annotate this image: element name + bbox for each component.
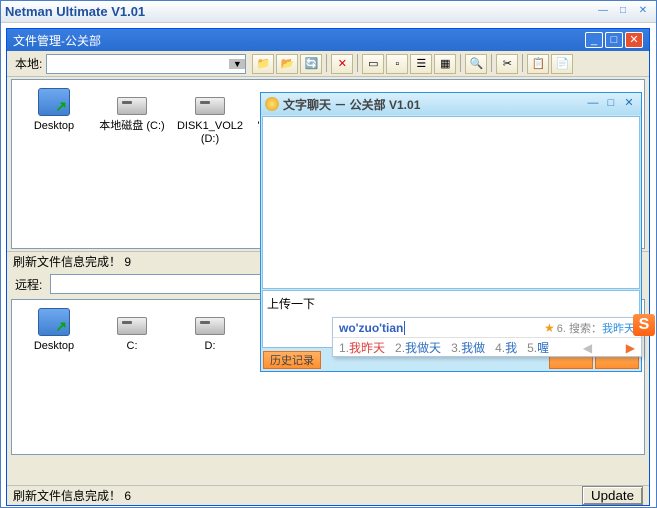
chat-minimize-icon[interactable]: — [585,97,601,111]
minimize-icon[interactable]: — [594,5,612,19]
app-title: Netman Ultimate V1.01 [5,4,594,19]
search-icon[interactable]: 🔍 [465,54,487,74]
file-item-local-d[interactable]: DISK1_VOL2 (D:) [174,86,246,146]
copy-icon[interactable]: 📋 [527,54,549,74]
drive-icon [195,97,225,115]
local-path-dropdown[interactable]: ▼ [46,54,246,74]
ime-search-hint[interactable]: 6. 搜索：我昨天 [557,320,635,336]
file-label: Desktop [18,340,90,353]
remote-status-text: 刷新文件信息完成！ 6 [13,487,582,504]
chevron-down-icon[interactable]: ▼ [229,59,245,69]
ime-composition-row: wo'zuo'tian ★ 6. 搜索：我昨天 [333,318,641,338]
local-toolbar: 本地: ▼ 📁 📂 🔄 ✕ ▭ ▫ ☰ ▦ 🔍 ✂ 📋 [7,51,649,77]
file-item-remote-c[interactable]: C: [96,306,168,353]
drive-icon [117,97,147,115]
drive-icon [117,317,147,335]
chat-window-controls: — □ ✕ [585,97,637,111]
maximize-icon[interactable]: □ [614,5,632,19]
up-folder-icon[interactable]: 📁 [252,54,274,74]
toolbar-buttons: 📁 📂 🔄 ✕ ▭ ▫ ☰ ▦ 🔍 ✂ 📋 📄 [252,54,573,74]
ime-search-num: 6. [557,323,566,335]
file-item-remote-desktop[interactable]: Desktop [18,306,90,353]
ime-cand-num: 3. [451,341,461,355]
chat-history-label: 历史记录 [270,352,314,368]
file-label: DISK1_VOL2 (D:) [174,120,246,146]
file-label: D: [174,340,246,353]
ime-prev-icon[interactable]: ◀ [583,341,592,355]
chat-close-icon[interactable]: ✕ [621,97,637,111]
inner-close-icon[interactable]: ✕ [625,32,643,48]
ime-candidate-5[interactable]: 5.喔 [527,339,549,356]
desktop-icon [38,308,70,336]
main-titlebar: Netman Ultimate V1.01 — □ ✕ [1,1,656,23]
view-list-icon[interactable]: ☰ [410,54,432,74]
chat-message-area[interactable] [262,116,640,289]
ime-popup: wo'zuo'tian ★ 6. 搜索：我昨天 1.我昨天 2.我做天 3.我做… [332,317,642,357]
ime-cand-text: 我昨天 [349,341,385,355]
file-label: C: [96,340,168,353]
ime-pinyin: wo'zuo'tian [339,321,544,335]
ime-cand-num: 4. [495,341,505,355]
ime-cand-text: 我 [505,341,517,355]
new-folder-icon[interactable]: 📂 [276,54,298,74]
desktop-icon [38,88,70,116]
ime-cand-num: 2. [395,341,405,355]
view-large-icon[interactable]: ▭ [362,54,384,74]
ime-search-label: 搜索： [569,323,602,335]
ime-candidates: 1.我昨天 2.我做天 3.我做 4.我 5.喔 ◀ ▶ [333,338,641,357]
file-label: 本地磁盘 (C:) [96,120,168,133]
file-manager-titlebar[interactable]: 文件管理-公关部 _ □ ✕ [7,29,649,51]
ime-candidate-4[interactable]: 4.我 [495,339,517,356]
close-icon[interactable]: ✕ [634,5,652,19]
chat-maximize-icon[interactable]: □ [603,97,619,111]
file-item-desktop[interactable]: Desktop [18,86,90,146]
update-button[interactable]: Update [582,486,643,505]
ime-candidate-3[interactable]: 3.我做 [451,339,485,356]
ime-search-term: 我昨天 [602,323,635,335]
ime-cand-num: 5. [527,341,537,355]
ime-cand-text: 我做天 [405,341,441,355]
refresh-icon[interactable]: 🔄 [300,54,322,74]
chat-history-button[interactable]: 历史记录 [263,351,321,369]
remote-status-bar: 刷新文件信息完成！ 6 Update [7,485,649,505]
file-item-remote-d[interactable]: D: [174,306,246,353]
cut-icon[interactable]: ✂ [496,54,518,74]
chat-app-icon [265,97,279,111]
ime-candidate-1[interactable]: 1.我昨天 [339,339,385,356]
chat-titlebar[interactable]: 文字聊天 － 公关部 V1.01 — □ ✕ [261,93,641,115]
sogou-ime-badge[interactable]: S [633,314,655,336]
paste-icon[interactable]: 📄 [551,54,573,74]
file-label: Desktop [18,120,90,133]
ime-candidate-2[interactable]: 2.我做天 [395,339,441,356]
ime-next-icon[interactable]: ▶ [626,341,635,355]
view-small-icon[interactable]: ▫ [386,54,408,74]
delete-icon[interactable]: ✕ [331,54,353,74]
drive-icon [195,317,225,335]
main-window-controls: — □ ✕ [594,5,652,19]
inner-window-controls: _ □ ✕ [585,32,643,48]
inner-maximize-icon[interactable]: □ [605,32,623,48]
ime-cand-num: 1. [339,341,349,355]
local-label: 本地: [11,55,46,72]
file-item-local-c[interactable]: 本地磁盘 (C:) [96,86,168,146]
ime-cand-text: 喔 [537,341,549,355]
file-manager-title: 文件管理-公关部 [13,32,585,49]
chat-title: 文字聊天 － 公关部 V1.01 [283,96,585,113]
remote-label: 远程: [11,276,46,293]
chat-input-text[interactable]: 上传一下 [263,291,639,316]
star-icon: ★ [544,321,555,335]
inner-minimize-icon[interactable]: _ [585,32,603,48]
ime-cand-text: 我做 [461,341,485,355]
view-details-icon[interactable]: ▦ [434,54,456,74]
